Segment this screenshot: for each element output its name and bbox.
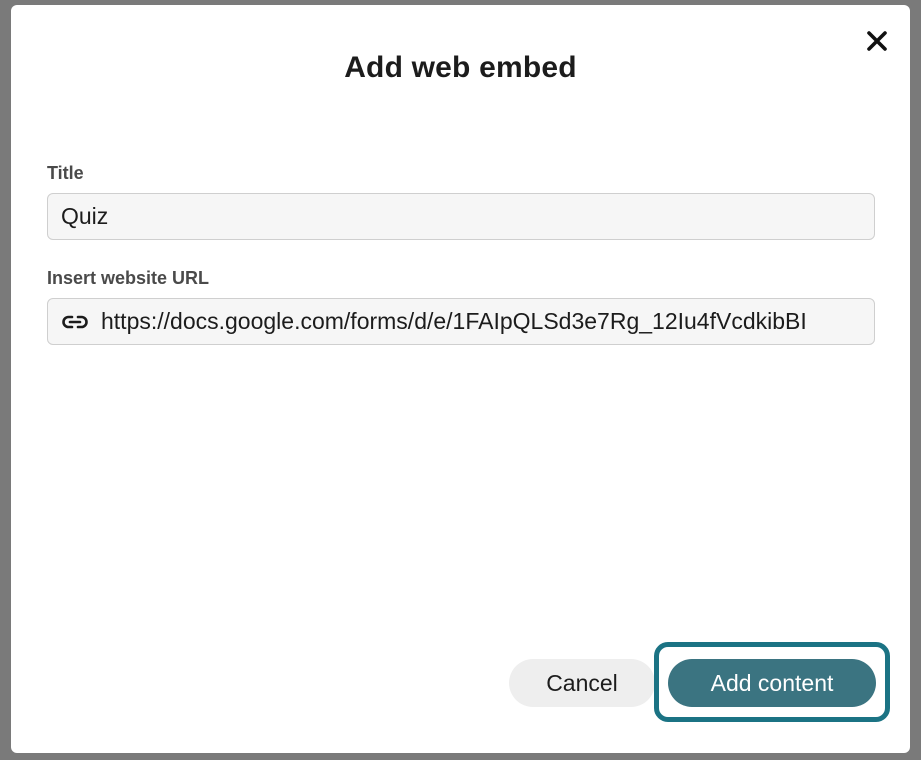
close-icon bbox=[867, 31, 887, 51]
close-button[interactable] bbox=[861, 25, 893, 57]
url-input[interactable]: https://docs.google.com/forms/d/e/1FAIpQ… bbox=[47, 298, 875, 345]
url-input-value: https://docs.google.com/forms/d/e/1FAIpQ… bbox=[101, 308, 807, 334]
title-label: Title bbox=[47, 163, 84, 183]
title-input[interactable]: Quiz bbox=[47, 193, 875, 240]
add-web-embed-dialog: Add web embed Title Quiz Insert website … bbox=[11, 5, 910, 753]
add-content-button[interactable]: Add content bbox=[668, 659, 876, 707]
cancel-button[interactable]: Cancel bbox=[509, 659, 655, 707]
url-label: Insert website URL bbox=[47, 268, 210, 288]
title-input-value: Quiz bbox=[61, 203, 109, 229]
dialog-title: Add web embed bbox=[344, 51, 577, 84]
link-icon bbox=[61, 314, 89, 330]
